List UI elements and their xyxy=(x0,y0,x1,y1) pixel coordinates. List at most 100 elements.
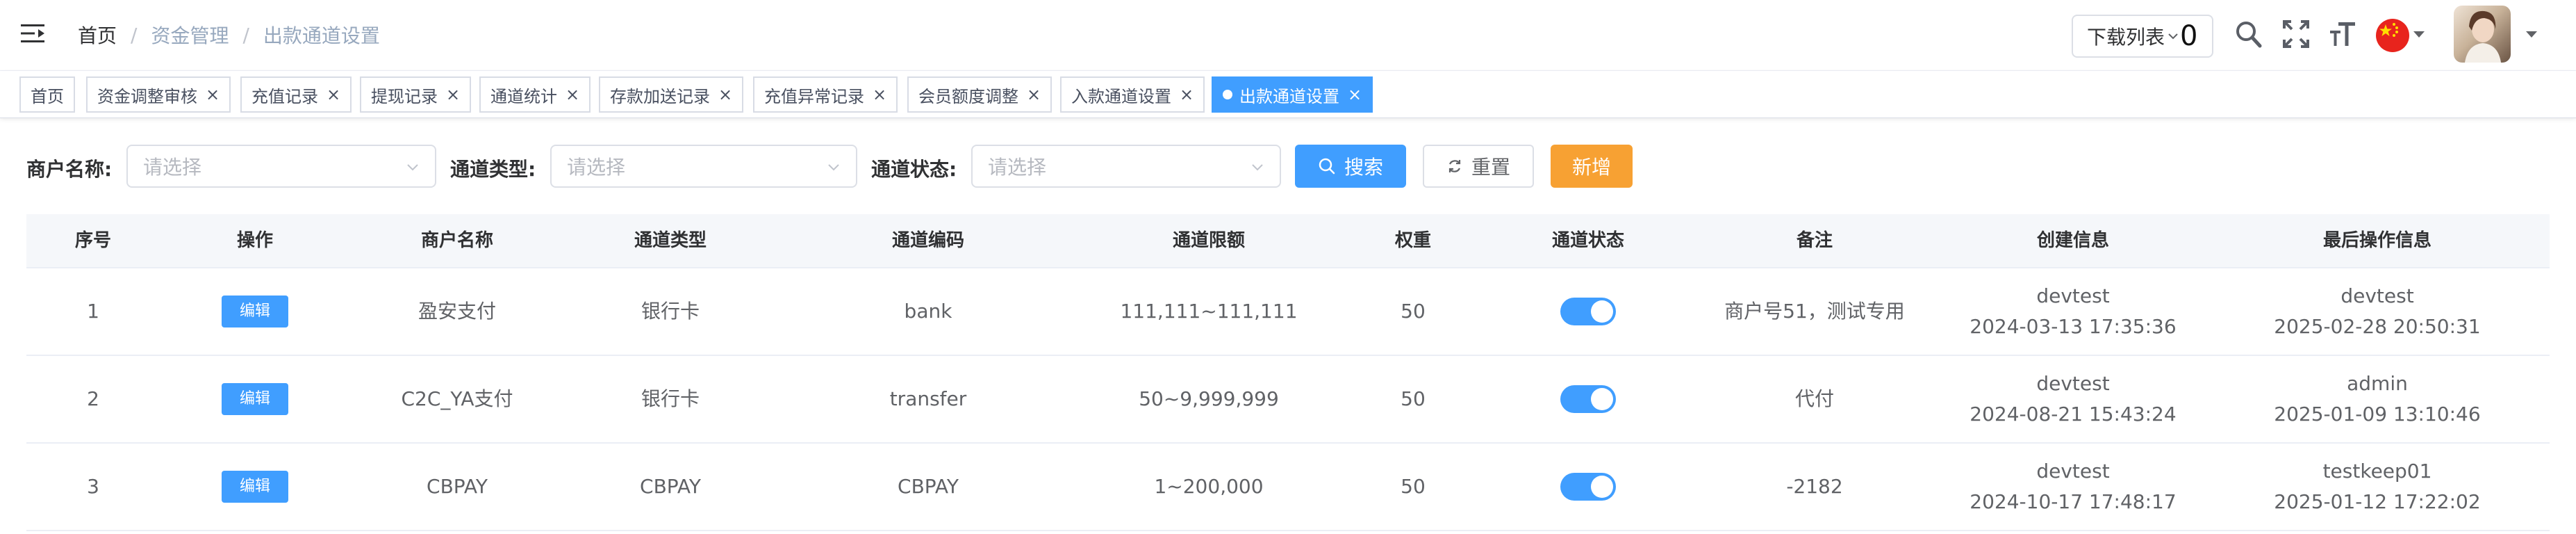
col-header-type: 通道类型 xyxy=(634,230,707,251)
cell-weight: 50 xyxy=(1401,475,1426,498)
table-row: 2 编辑 C2C_YA支付 银行卡 transfer 50~9,999,999 … xyxy=(26,356,2550,444)
updated-by: devtest xyxy=(2340,284,2414,307)
chevron-down-icon xyxy=(2168,33,2178,40)
tag-label: 存款加送记录 xyxy=(610,86,710,106)
col-header-code: 通道编码 xyxy=(891,230,964,251)
status-switch[interactable] xyxy=(1560,298,1616,325)
tag-label: 资金调整审核 xyxy=(97,86,197,106)
active-dot-icon xyxy=(1223,90,1232,99)
breadcrumb-separator: / xyxy=(242,23,249,47)
tags-view: 首页 资金调整审核 × 充值记录 × 提现记录 × 通道统计 × 存款加送记录 × 充值异… xyxy=(0,71,2576,118)
close-icon[interactable]: × xyxy=(206,85,220,104)
edit-button[interactable]: 编辑 xyxy=(222,383,288,415)
cell-created: devtest 2024-10-17 17:48:17 xyxy=(1941,444,2205,530)
tag-deposit-bonus-records[interactable]: 存款加送记录 × xyxy=(599,76,744,113)
china-flag-icon[interactable] xyxy=(2376,19,2409,52)
edit-button[interactable]: 编辑 xyxy=(222,471,288,503)
cell-type: CBPAY xyxy=(640,475,701,498)
chevron-down-icon xyxy=(407,164,418,171)
cell-actions: 编辑 xyxy=(160,268,350,355)
chevron-down-icon xyxy=(1252,164,1263,171)
cell-limit: 1~200,000 xyxy=(1154,475,1264,498)
tag-label: 通道统计 xyxy=(490,86,557,106)
tag-member-quota-adjust[interactable]: 会员额度调整 × xyxy=(907,76,1052,113)
channel-status-select[interactable]: 请选择 xyxy=(971,145,1281,188)
close-icon[interactable]: × xyxy=(327,85,340,104)
created-by: devtest xyxy=(2036,460,2110,483)
cell-remark: 代付 xyxy=(1794,387,1834,410)
cell-last-op: devtest 2025-02-28 20:50:31 xyxy=(2205,268,2550,355)
channel-status-label: 通道状态: xyxy=(871,158,957,181)
tag-label: 充值记录 xyxy=(251,86,318,106)
cell-weight: 50 xyxy=(1401,300,1426,323)
channel-status-placeholder: 请选择 xyxy=(988,156,1047,179)
download-count: 0 xyxy=(2180,20,2198,52)
tag-label: 会员额度调整 xyxy=(918,86,1018,106)
close-icon[interactable]: × xyxy=(873,85,886,104)
close-icon[interactable]: × xyxy=(1180,85,1194,104)
search-button-label: 搜索 xyxy=(1344,156,1383,179)
language-caret-icon[interactable] xyxy=(2413,31,2425,38)
cell-status xyxy=(1488,356,1688,442)
tag-withdraw-records[interactable]: 提现记录 × xyxy=(360,76,472,113)
close-icon[interactable]: × xyxy=(1348,85,1362,104)
font-size-icon[interactable] xyxy=(2329,19,2356,49)
breadcrumb-home[interactable]: 首页 xyxy=(78,21,117,49)
search-icon[interactable] xyxy=(2234,19,2262,49)
tag-fund-adjust-review[interactable]: 资金调整审核 × xyxy=(86,76,231,113)
col-header-created: 创建信息 xyxy=(2036,230,2109,251)
close-icon[interactable]: × xyxy=(718,85,732,104)
tag-home[interactable]: 首页 xyxy=(19,76,75,113)
merchant-name-select[interactable]: 请选择 xyxy=(126,145,436,188)
breadcrumb-current: 出款通道设置 xyxy=(263,24,380,47)
tag-channel-stats[interactable]: 通道统计 × xyxy=(479,76,591,113)
cell-index: 2 xyxy=(87,387,99,410)
search-button[interactable]: 搜索 xyxy=(1295,145,1406,188)
created-at: 2024-08-21 15:43:24 xyxy=(1970,403,2177,426)
table-row: 1 编辑 盈安支付 银行卡 bank 111,111~111,111 50 商户… xyxy=(26,268,2550,356)
breadcrumb-level2[interactable]: 资金管理 xyxy=(151,21,229,49)
cell-last-op: testkeep01 2025-01-12 17:22:02 xyxy=(2205,444,2550,530)
col-header-status: 通道状态 xyxy=(1551,230,1624,251)
close-icon[interactable]: × xyxy=(1027,85,1041,104)
user-menu-caret-icon[interactable] xyxy=(2526,31,2537,38)
channel-type-placeholder: 请选择 xyxy=(567,156,626,179)
status-switch[interactable] xyxy=(1560,385,1616,413)
cell-created: devtest 2024-03-13 17:35:36 xyxy=(1941,268,2205,355)
cell-limit: 50~9,999,999 xyxy=(1139,387,1279,410)
cell-last-op: admin 2025-01-09 13:10:46 xyxy=(2205,356,2550,442)
switch-knob xyxy=(1591,388,1613,410)
status-switch[interactable] xyxy=(1560,473,1616,501)
fullscreen-icon[interactable] xyxy=(2282,19,2310,49)
col-header-remark: 备注 xyxy=(1796,230,1833,251)
tag-recharge-records[interactable]: 充值记录 × xyxy=(240,76,352,113)
col-header-merchant: 商户名称 xyxy=(420,230,493,251)
breadcrumb-separator: / xyxy=(131,23,138,47)
download-list-button[interactable]: 下载列表 0 xyxy=(2072,15,2213,58)
cell-type: 银行卡 xyxy=(641,387,700,410)
avatar[interactable] xyxy=(2454,6,2511,63)
cell-type: 银行卡 xyxy=(641,300,700,323)
updated-at: 2025-01-12 17:22:02 xyxy=(2274,490,2481,513)
tag-outbound-channel-settings[interactable]: 出款通道设置 × xyxy=(1212,76,1373,113)
star-icon xyxy=(2379,23,2398,37)
col-header-index: 序号 xyxy=(74,230,111,251)
sidebar-toggle-icon[interactable] xyxy=(21,23,44,44)
cell-created: devtest 2024-08-21 15:43:24 xyxy=(1941,356,2205,442)
channel-type-select[interactable]: 请选择 xyxy=(550,145,857,188)
tag-inbound-channel-settings[interactable]: 入款通道设置 × xyxy=(1060,76,1205,113)
close-icon[interactable]: × xyxy=(565,85,579,104)
updated-at: 2025-02-28 20:50:31 xyxy=(2274,315,2481,338)
reset-button[interactable]: 重置 xyxy=(1423,145,1534,188)
tag-recharge-exception-records[interactable]: 充值异常记录 × xyxy=(753,76,898,113)
edit-button[interactable]: 编辑 xyxy=(222,296,288,327)
updated-at: 2025-01-09 13:10:46 xyxy=(2274,403,2481,426)
cell-merchant: 盈安支付 xyxy=(418,300,496,323)
close-icon[interactable]: × xyxy=(446,85,460,104)
switch-knob xyxy=(1591,300,1613,323)
navbar: 首页 / 资金管理 / 出款通道设置 下载列表 0 xyxy=(0,0,2576,71)
add-button[interactable]: 新增 xyxy=(1551,145,1633,188)
created-at: 2024-10-17 17:48:17 xyxy=(1970,490,2177,513)
created-by: devtest xyxy=(2036,372,2110,395)
cell-status xyxy=(1488,268,1688,355)
